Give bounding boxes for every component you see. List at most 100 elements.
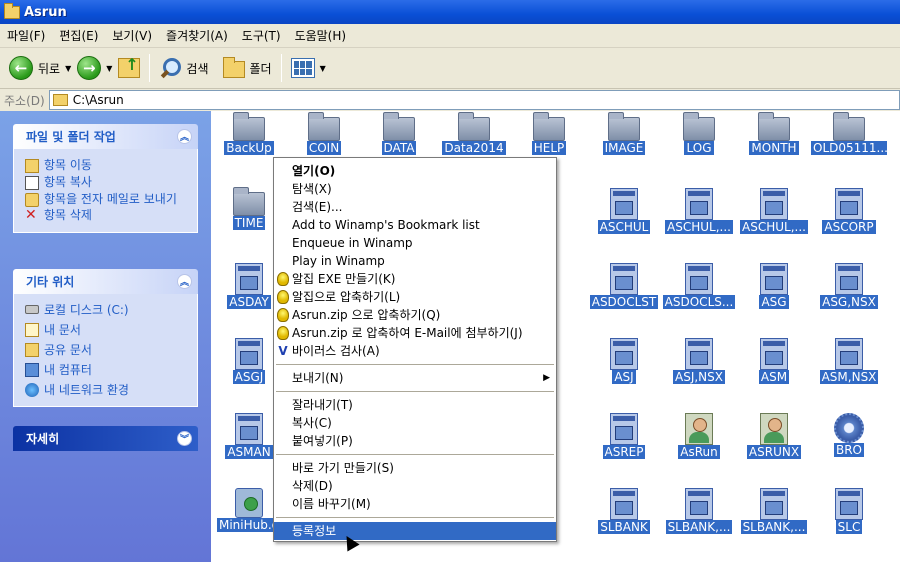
- menu-item-alzip-exe[interactable]: 알집 EXE 만들기(K): [274, 270, 556, 288]
- back-dropdown-icon[interactable]: ▼: [65, 64, 71, 73]
- task-copy[interactable]: 항목 복사: [25, 174, 189, 191]
- forward-button[interactable]: → ▼: [74, 51, 115, 85]
- menu-item-label: Asrun.zip 로 압축하여 E-Mail에 첨부하기(J): [292, 326, 523, 340]
- task-copy-label[interactable]: 항목 복사: [44, 174, 92, 191]
- menu-item-copy[interactable]: 복사(C): [274, 414, 556, 432]
- menu-item-send-to[interactable]: 보내기(N) ▶: [274, 369, 556, 387]
- menu-item-delete[interactable]: 삭제(D): [274, 477, 556, 495]
- list-item[interactable]: ASDOCLST: [586, 263, 662, 312]
- menu-item-zip-to-file[interactable]: Asrun.zip 으로 압축하기(Q): [274, 306, 556, 324]
- task-move[interactable]: 항목 이동: [25, 157, 189, 174]
- list-item[interactable]: ASRUNX: [736, 413, 812, 462]
- task-delete-label[interactable]: 항목 삭제: [44, 207, 92, 224]
- place-my-documents-label[interactable]: 내 문서: [44, 320, 81, 340]
- place-my-network-label[interactable]: 내 네트워크 환경: [44, 380, 129, 400]
- menu-tools[interactable]: 도구(T): [235, 24, 288, 48]
- views-dropdown-icon[interactable]: ▼: [320, 64, 326, 73]
- list-item[interactable]: SLBANK: [586, 488, 662, 537]
- menu-item-paste[interactable]: 붙여넣기(P): [274, 432, 556, 450]
- list-item[interactable]: COIN: [286, 112, 362, 158]
- list-item[interactable]: ASCORP: [811, 188, 887, 237]
- application-icon: [760, 338, 788, 370]
- list-item[interactable]: SLC: [811, 488, 887, 537]
- menu-item-explore[interactable]: 탐색(X): [274, 180, 556, 198]
- list-item[interactable]: DATA: [361, 112, 437, 158]
- list-item[interactable]: BRO: [811, 413, 887, 460]
- expand-chevron-icon[interactable]: ︾: [177, 431, 192, 446]
- item-label: ASG,NSX: [820, 295, 878, 309]
- menu-item-zip-email[interactable]: Asrun.zip 로 압축하여 E-Mail에 첨부하기(J): [274, 324, 556, 342]
- task-email[interactable]: 항목을 전자 메일로 보내기: [25, 191, 189, 207]
- views-button[interactable]: ▼: [288, 51, 329, 85]
- list-item[interactable]: ASCHUL: [586, 188, 662, 237]
- list-item[interactable]: HELP: [511, 112, 587, 158]
- menu-item-winamp-bookmark[interactable]: Add to Winamp's Bookmark list: [274, 216, 556, 234]
- menu-item-winamp-enqueue[interactable]: Enqueue in Winamp: [274, 234, 556, 252]
- list-item[interactable]: ASREP: [586, 413, 662, 462]
- menu-help[interactable]: 도움말(H): [288, 24, 354, 48]
- menu-item-cut[interactable]: 잘라내기(T): [274, 396, 556, 414]
- list-item[interactable]: ASDOCLS...: [661, 263, 737, 312]
- list-item[interactable]: SLBANK,...: [736, 488, 812, 537]
- place-local-disk[interactable]: 로컬 디스크 (C:): [25, 300, 189, 320]
- list-item[interactable]: LOG: [661, 112, 737, 158]
- task-email-label[interactable]: 항목을 전자 메일로 보내기: [44, 191, 177, 206]
- collapse-chevron-icon[interactable]: ︽: [177, 274, 192, 289]
- address-input[interactable]: C:\Asrun: [48, 90, 900, 110]
- menu-item-open[interactable]: 열기(O): [274, 162, 556, 180]
- menu-item-rename[interactable]: 이름 바꾸기(M): [274, 495, 556, 513]
- list-item[interactable]: OLD05111...: [811, 112, 887, 158]
- window-title: Asrun: [24, 4, 67, 20]
- place-shared-documents[interactable]: 공유 문서: [25, 340, 189, 360]
- details-header[interactable]: 자세히 ︾: [13, 426, 198, 451]
- menu-edit[interactable]: 편집(E): [52, 24, 105, 48]
- place-my-documents[interactable]: 내 문서: [25, 320, 189, 340]
- list-item[interactable]: ASM,NSX: [811, 338, 887, 387]
- list-item[interactable]: ASCHUL,...: [736, 188, 812, 237]
- menu-item-properties[interactable]: 등록정보: [274, 522, 556, 540]
- application-icon: [235, 263, 263, 295]
- item-label: SLC: [835, 520, 863, 534]
- list-item[interactable]: ASCHUL,...: [661, 188, 737, 237]
- menu-item-create-shortcut[interactable]: 바로 가기 만들기(S): [274, 459, 556, 477]
- menu-item-search[interactable]: 검색(E)...: [274, 198, 556, 216]
- list-item[interactable]: MONTH: [736, 112, 812, 158]
- forward-dropdown-icon[interactable]: ▼: [106, 64, 112, 73]
- place-my-network[interactable]: 내 네트워크 환경: [25, 380, 189, 400]
- list-item[interactable]: IMAGE: [586, 112, 662, 158]
- email-icon: [25, 193, 39, 207]
- back-button[interactable]: ← 뒤로 ▼: [6, 51, 74, 85]
- place-my-computer-label[interactable]: 내 컴퓨터: [44, 360, 92, 380]
- other-places-header[interactable]: 기타 위치 ︽: [13, 269, 198, 294]
- place-my-computer[interactable]: 내 컴퓨터: [25, 360, 189, 380]
- list-item[interactable]: AsRun: [661, 413, 737, 462]
- list-item[interactable]: ASG: [736, 263, 812, 312]
- collapse-chevron-icon[interactable]: ︽: [177, 129, 192, 144]
- list-item[interactable]: ASM: [736, 338, 812, 387]
- list-item[interactable]: ASJ: [586, 338, 662, 387]
- place-shared-documents-label[interactable]: 공유 문서: [44, 340, 92, 360]
- menu-file[interactable]: 파일(F): [0, 24, 52, 48]
- file-tasks-header[interactable]: 파일 및 폴더 작업 ︽: [13, 124, 198, 149]
- list-item[interactable]: SLBANK,...: [661, 488, 737, 537]
- folder-up-icon: [118, 55, 141, 78]
- list-item[interactable]: BackUp: [211, 112, 287, 158]
- up-button[interactable]: [115, 51, 143, 85]
- user-icon: [760, 413, 788, 445]
- task-move-label[interactable]: 항목 이동: [44, 157, 92, 174]
- menu-item-alzip-compress[interactable]: 알집으로 압축하기(L): [274, 288, 556, 306]
- item-label: ASDOCLST: [589, 295, 659, 309]
- list-item[interactable]: ASG,NSX: [811, 263, 887, 312]
- menu-item-virus-scan[interactable]: V 바이러스 검사(A): [274, 342, 556, 360]
- menu-view[interactable]: 보기(V): [105, 24, 159, 48]
- task-delete[interactable]: ✕ 항목 삭제: [25, 207, 189, 224]
- list-item[interactable]: Data2014: [436, 112, 512, 158]
- folders-button[interactable]: 폴더: [220, 51, 275, 85]
- item-label: ASMAN: [225, 445, 273, 459]
- search-button[interactable]: 검색: [156, 51, 211, 85]
- menu-favorites[interactable]: 즐겨찾기(A): [159, 24, 235, 48]
- application-icon: [835, 488, 863, 520]
- list-item[interactable]: ASJ,NSX: [661, 338, 737, 387]
- place-local-disk-label[interactable]: 로컬 디스크 (C:): [44, 300, 129, 320]
- menu-item-winamp-play[interactable]: Play in Winamp: [274, 252, 556, 270]
